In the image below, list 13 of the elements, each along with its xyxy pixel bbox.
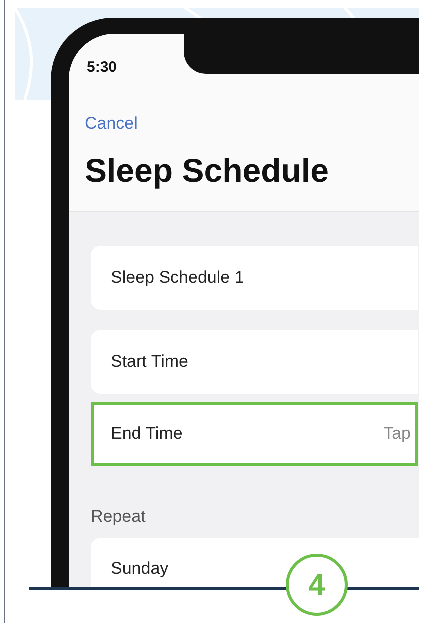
cancel-button[interactable]: Cancel — [85, 111, 138, 136]
row-label: Start Time — [111, 351, 190, 374]
row-value: Tap — [384, 423, 411, 446]
screen-title: Sleep Schedule — [85, 151, 330, 191]
settings-row[interactable]: Start Time — [91, 330, 418, 394]
row-label: Sleep Schedule 1 — [111, 267, 246, 290]
section-heading: Repeat — [91, 506, 147, 528]
status-time: 5:30 — [87, 59, 118, 76]
row-label: End Time — [111, 423, 184, 446]
settings-row[interactable]: End Time Tap — [91, 402, 418, 466]
settings-row[interactable]: Sleep Schedule 1 — [91, 246, 418, 310]
step-badge: 4 — [286, 554, 348, 616]
day-label: Sunday — [111, 558, 169, 580]
